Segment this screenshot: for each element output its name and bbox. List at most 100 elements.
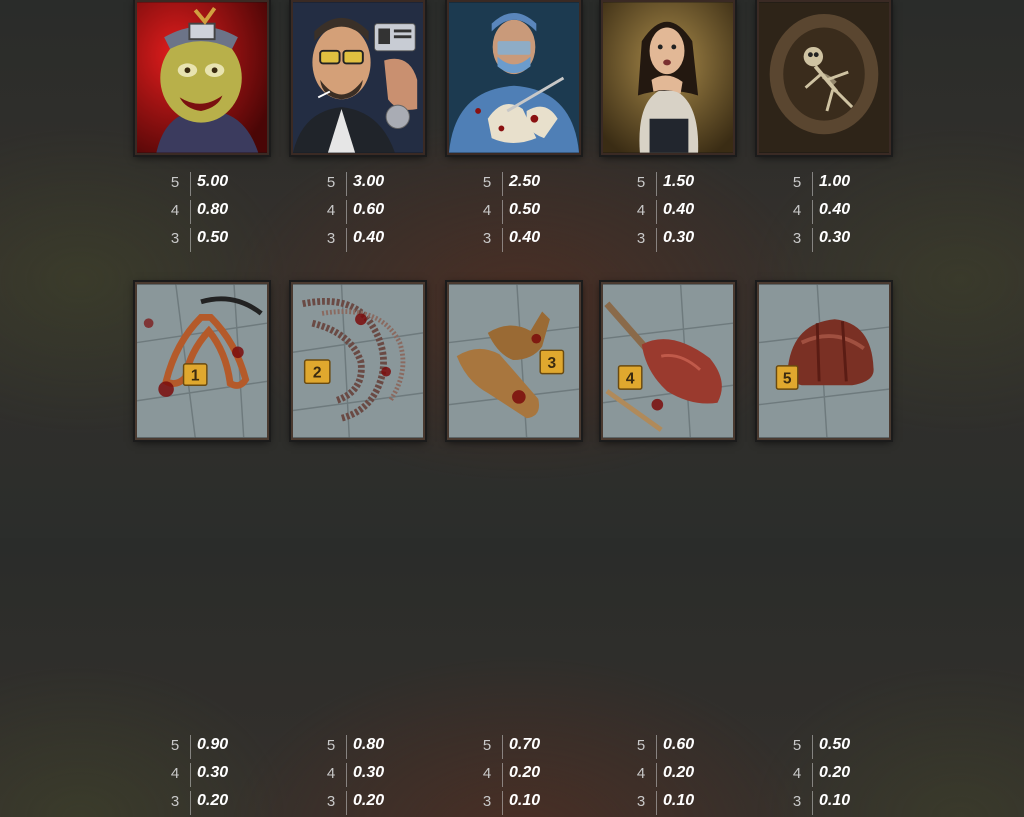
payout-value: 1.00 xyxy=(819,173,851,190)
evidence-marker-label: 2 xyxy=(313,364,322,381)
payout-value: 0.30 xyxy=(663,229,695,246)
divider xyxy=(656,200,657,224)
symbol-count: 4 xyxy=(636,202,646,219)
payout-value: 3.00 xyxy=(353,173,385,190)
symbol-count: 4 xyxy=(636,765,646,782)
symbol-count: 3 xyxy=(636,230,646,247)
paytable-surgeon: 5 2.50 4 0.50 3 0.40 xyxy=(447,170,567,254)
symbol-count: 3 xyxy=(792,793,802,810)
pay-row: 3 0.50 xyxy=(135,226,255,254)
pay-row: 4 0.20 xyxy=(757,761,877,789)
payout-value: 0.90 xyxy=(197,736,229,753)
payout-value: 0.60 xyxy=(353,201,385,218)
divider xyxy=(502,228,503,252)
paytable-hard-hat: 5 0.50 4 0.20 3 0.10 xyxy=(757,733,877,817)
divider xyxy=(502,172,503,196)
symbol-count: 4 xyxy=(170,202,180,219)
paytable-shovel: 5 0.60 4 0.20 3 0.10 xyxy=(601,733,721,817)
symbol-hard-hat: 5 xyxy=(757,282,891,440)
divider xyxy=(656,172,657,196)
zombie-clown-portrait-icon xyxy=(137,2,267,153)
payout-value: 0.10 xyxy=(819,792,851,809)
payout-value: 0.40 xyxy=(663,201,695,218)
payout-value: 0.60 xyxy=(663,736,695,753)
symbol-frightened-woman xyxy=(601,0,735,155)
pay-row: 4 0.20 xyxy=(447,761,567,789)
divider xyxy=(346,763,347,787)
symbol-count: 3 xyxy=(482,230,492,247)
evidence-marker-label: 5 xyxy=(783,370,792,387)
symbol-count: 4 xyxy=(482,202,492,219)
payout-value: 0.50 xyxy=(197,229,229,246)
symbol-count: 4 xyxy=(482,765,492,782)
divider xyxy=(346,200,347,224)
symbol-count: 5 xyxy=(636,737,646,754)
symbol-count: 4 xyxy=(326,202,336,219)
divider xyxy=(346,735,347,759)
divider xyxy=(812,763,813,787)
payout-value: 0.10 xyxy=(663,792,695,809)
pay-row: 5 1.00 xyxy=(757,170,877,198)
frightened-woman-portrait-icon xyxy=(603,2,733,153)
symbol-count: 3 xyxy=(482,793,492,810)
symbol-count: 4 xyxy=(170,765,180,782)
symbol-count: 4 xyxy=(792,202,802,219)
divider xyxy=(346,228,347,252)
payout-value: 0.20 xyxy=(663,764,695,781)
divider xyxy=(812,172,813,196)
divider xyxy=(502,735,503,759)
symbol-count: 3 xyxy=(326,230,336,247)
pay-row: 3 0.40 xyxy=(291,226,411,254)
pay-row: 3 0.10 xyxy=(757,789,877,817)
paytable-skeleton-pit: 5 1.00 4 0.40 3 0.30 xyxy=(757,170,877,254)
symbol-count: 3 xyxy=(170,230,180,247)
symbol-count: 3 xyxy=(326,793,336,810)
divider xyxy=(502,763,503,787)
pay-row: 5 0.50 xyxy=(757,733,877,761)
evidence-marker-label: 1 xyxy=(191,367,200,384)
symbol-gloves: 3 xyxy=(447,282,581,440)
pay-row: 4 0.30 xyxy=(291,761,411,789)
symbol-count: 5 xyxy=(326,737,336,754)
payout-value: 0.40 xyxy=(819,201,851,218)
skeleton-in-pit-icon xyxy=(759,2,889,153)
payout-value: 0.40 xyxy=(353,229,385,246)
pay-row: 5 2.50 xyxy=(447,170,567,198)
pay-row: 4 0.80 xyxy=(135,198,255,226)
symbol-count: 3 xyxy=(636,793,646,810)
pay-row: 5 1.50 xyxy=(601,170,721,198)
divider xyxy=(812,791,813,815)
bloody-chainsaw-chain-icon: 2 xyxy=(293,284,423,438)
payout-value: 2.50 xyxy=(509,173,541,190)
paytable-tongs: 5 0.90 4 0.30 3 0.20 xyxy=(135,733,255,817)
divider xyxy=(656,735,657,759)
divider xyxy=(190,763,191,787)
payout-value: 0.50 xyxy=(819,736,851,753)
payout-value: 0.30 xyxy=(353,764,385,781)
evidence-marker-label: 4 xyxy=(626,370,635,387)
divider xyxy=(812,735,813,759)
divider xyxy=(502,791,503,815)
divider xyxy=(190,791,191,815)
paytable-frightened-woman: 5 1.50 4 0.40 3 0.30 xyxy=(601,170,721,254)
pay-row: 5 0.90 xyxy=(135,733,255,761)
symbol-skeleton-pit xyxy=(757,0,891,155)
symbol-count: 5 xyxy=(170,174,180,191)
pay-row: 3 0.20 xyxy=(135,789,255,817)
divider xyxy=(812,228,813,252)
pay-row: 5 0.80 xyxy=(291,733,411,761)
bloody-hard-hat-icon: 5 xyxy=(759,284,889,438)
symbol-shovel: 4 xyxy=(601,282,735,440)
symbol-count: 5 xyxy=(170,737,180,754)
symbol-surgeon xyxy=(447,0,581,155)
divider xyxy=(656,791,657,815)
paytable-zombie-clown: 5 5.00 4 0.80 3 0.50 xyxy=(135,170,255,254)
pay-row: 5 5.00 xyxy=(135,170,255,198)
pay-row: 3 0.30 xyxy=(757,226,877,254)
divider xyxy=(502,200,503,224)
payout-value: 0.70 xyxy=(509,736,541,753)
pay-row: 3 0.30 xyxy=(601,226,721,254)
symbol-count: 5 xyxy=(636,174,646,191)
pay-row: 5 0.60 xyxy=(601,733,721,761)
pay-row: 4 0.40 xyxy=(601,198,721,226)
